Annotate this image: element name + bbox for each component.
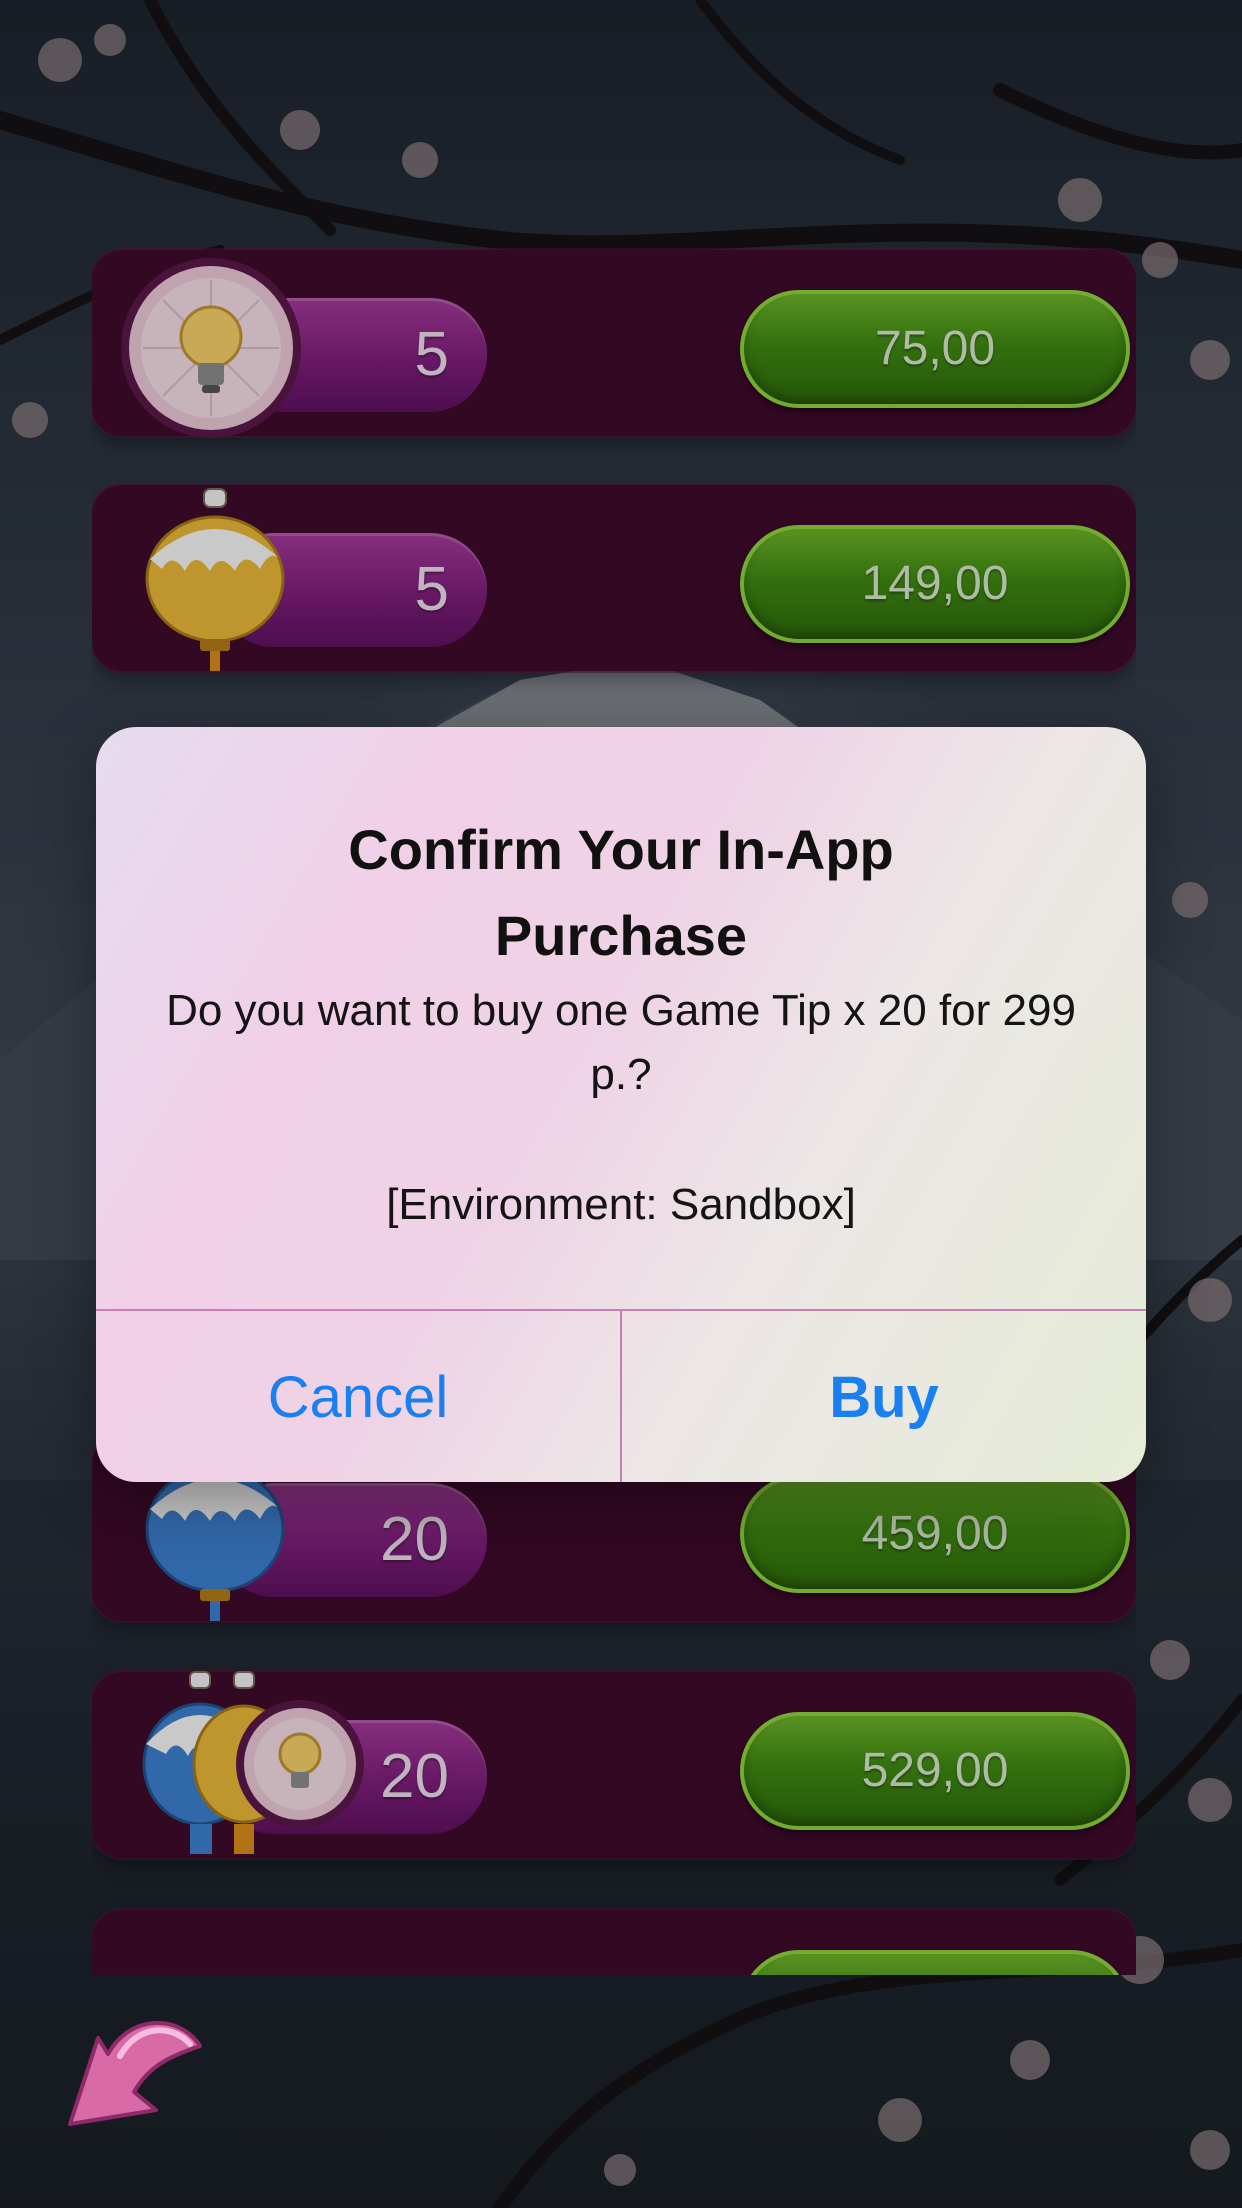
dialog-message: Do you want to buy one Game Tip x 20 for… <box>166 986 1076 1099</box>
cancel-button[interactable]: Cancel <box>96 1311 620 1482</box>
back-arrow-icon[interactable] <box>60 2006 210 2136</box>
buy-button[interactable]: Buy <box>622 1311 1146 1482</box>
purchase-confirm-dialog: Confirm Your In-App Purchase Do you want… <box>96 727 1146 1482</box>
dialog-buttons: Cancel Buy <box>96 1309 1146 1482</box>
dialog-body: Confirm Your In-App Purchase Do you want… <box>96 727 1146 1309</box>
dialog-title: Confirm Your In-App Purchase <box>348 818 894 967</box>
dialog-environment: [Environment: Sandbox] <box>386 1180 856 1229</box>
